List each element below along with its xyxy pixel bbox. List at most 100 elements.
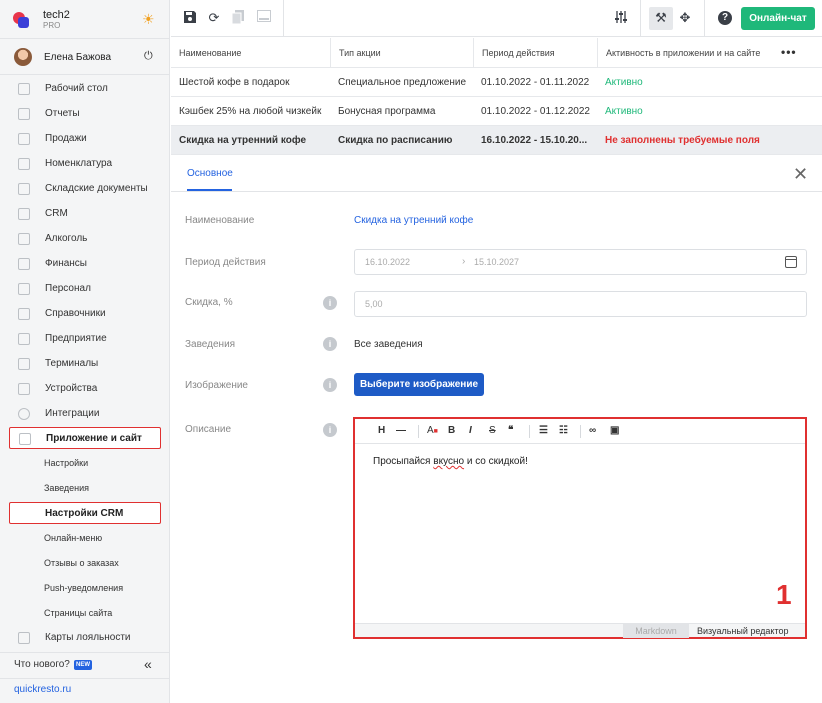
info-icon[interactable]: i [323,337,337,351]
sidebar-item-warehouse[interactable]: Складские документы [0,178,170,200]
sidebar-item-label: Справочники [45,308,106,319]
sidebar-item-enterprise[interactable]: Предприятие [0,328,170,350]
info-icon[interactable]: i [323,378,337,392]
enterprise-icon [18,333,30,345]
strikethrough-icon[interactable]: S [489,425,496,437]
power-icon[interactable]: ⏻ [144,50,153,63]
sidebar-item-label: Финансы [45,258,87,269]
save-icon[interactable] [182,10,198,26]
directory-icon [18,308,30,320]
name-value[interactable]: Скидка на утренний кофе [354,215,473,226]
choose-image-button[interactable]: Выберите изображение [354,373,484,396]
visual-editor-mode-tab[interactable]: Визуальный редактор [697,624,789,638]
venues-value[interactable]: Все заведения [354,339,423,350]
discount-label: Скидка, % [185,297,233,308]
sidebar-item-label: Терминалы [45,358,99,369]
info-icon[interactable]: i [323,423,337,437]
bullet-list-icon[interactable]: ☰ [539,425,548,437]
sidebar-item-crm[interactable]: CRM [0,203,170,225]
sidebar-item-label: Интеграции [45,408,100,419]
staff-icon [18,283,30,295]
sidebar-item-integrations[interactable]: Интеграции [0,403,170,425]
theme-toggle-icon[interactable]: ☀ [142,11,158,27]
sidebar-item-staff[interactable]: Персонал [0,278,170,300]
sidebar-item-sales[interactable]: Продажи [0,128,170,150]
table-row[interactable]: Шестой кофе в подарок Специальное предло… [171,68,822,97]
tabs-divider [171,191,822,192]
sidebar-subitem-site-pages[interactable]: Страницы сайта [0,602,170,624]
sidebar-item-finance[interactable]: Финансы [0,253,170,275]
name-label: Наименование [185,215,255,226]
nomenclature-icon [18,158,30,170]
whats-new-link[interactable]: Что нового? [14,659,70,670]
online-chat-button[interactable]: Онлайн-чат [741,7,815,30]
table-row[interactable]: Кэшбек 25% на любой чизкейк Бонусная про… [171,97,822,126]
column-header[interactable]: Тип акции [330,38,473,67]
sidebar-item-terminals[interactable]: Терминалы [0,353,170,375]
close-icon[interactable]: ✕ [793,164,808,185]
heading-icon[interactable]: H [378,425,385,437]
description-editor[interactable]: H — A■ B I S ❝ ☰ ☷ ∞ ▣ Просыпайся вкусно… [353,417,807,639]
sidebar-item-alcohol[interactable]: Алкоголь [0,228,170,250]
sidebar-subitem-order-reviews[interactable]: Отзывы о заказах [0,552,170,574]
period-label: Период действия [185,257,266,268]
user-profile[interactable]: Елена Бажова ⏻ [12,46,162,68]
sidebar-item-label: Продажи [45,133,87,144]
sidebar-subitem-crm-settings[interactable]: Настройки CRM [9,502,161,524]
column-header[interactable]: Период действия [473,38,597,67]
sidebar-subitem-settings[interactable]: Настройки [0,452,170,474]
sidebar-item-nomenclature[interactable]: Номенклатура [0,153,170,175]
sidebar-subitem-push[interactable]: Push-уведомления [0,577,170,599]
table-row-selected[interactable]: Скидка на утренний кофе Скидка по распис… [171,126,822,155]
more-options-icon[interactable]: ••• [781,46,797,58]
move-icon[interactable]: ✥ [677,10,693,26]
calendar-icon[interactable] [785,256,797,268]
numbered-list-icon[interactable]: ☷ [559,425,568,437]
sidebar-subitem-venues[interactable]: Заведения [0,477,170,499]
sidebar-item-label: Устройства [45,383,98,394]
tools-icon[interactable]: ⚒ [653,10,669,26]
tab-main[interactable]: Основное [187,168,233,179]
sidebar-item-app-and-site[interactable]: Приложение и сайт [9,427,161,449]
column-header[interactable]: Наименование [171,38,330,67]
bold-icon[interactable]: B [448,425,455,437]
sidebar-subitem-label: Push-уведомления [44,583,124,593]
info-icon[interactable]: i [323,296,337,310]
markdown-mode-tab[interactable]: Markdown [623,624,689,638]
horizontal-rule-icon[interactable]: — [396,425,406,437]
annotation-number: 1 [776,579,792,610]
brand[interactable]: tech2 PRO ☀ [12,8,162,32]
period-from[interactable]: 16.10.2022 [365,257,410,267]
sidebar-item-label: Складские документы [45,183,148,194]
toolbar: ⟳ ⚒ ✥ ? Онлайн-чат [171,0,822,37]
finance-icon [18,258,30,270]
image-icon[interactable]: ▣ [610,425,619,437]
arrow-right-icon: › [462,256,466,267]
discount-input[interactable]: 5,00 [354,291,807,317]
refresh-icon[interactable]: ⟳ [206,10,222,26]
sidebar-item-loyalty[interactable]: Карты лояльности [0,627,170,649]
help-icon[interactable]: ? [718,11,732,25]
sidebar-item-dashboard[interactable]: Рабочий стол [0,78,170,100]
toolbar-separator [418,425,419,438]
sidebar-subitem-online-menu[interactable]: Онлайн-меню [0,527,170,549]
sidebar-item-label: Отчеты [45,108,80,119]
text-color-icon[interactable]: A■ [427,425,438,438]
site-link[interactable]: quickresto.ru [14,684,71,695]
quote-icon[interactable]: ❝ [508,425,513,437]
image-label: Изображение [185,380,248,391]
sidebar-item-label: Приложение и сайт [46,433,142,444]
sidebar-subitem-label: Настройки [44,458,89,468]
italic-icon[interactable]: I [469,425,472,437]
sidebar-item-label: Рабочий стол [45,83,108,94]
editor-content[interactable]: Просыпайся вкусно и со скидкой! [373,456,528,467]
table-cell: Скидка по расписанию [338,135,453,146]
collapse-sidebar-icon[interactable]: « [144,656,152,672]
period-to[interactable]: 15.10.2027 [474,257,519,267]
link-icon[interactable]: ∞ [589,425,596,437]
sidebar-item-directories[interactable]: Справочники [0,303,170,325]
period-field[interactable]: 16.10.2022 › 15.10.2027 [354,249,807,275]
filters-icon[interactable] [613,10,629,26]
sidebar-item-devices[interactable]: Устройства [0,378,170,400]
sidebar-item-reports[interactable]: Отчеты [0,103,170,125]
